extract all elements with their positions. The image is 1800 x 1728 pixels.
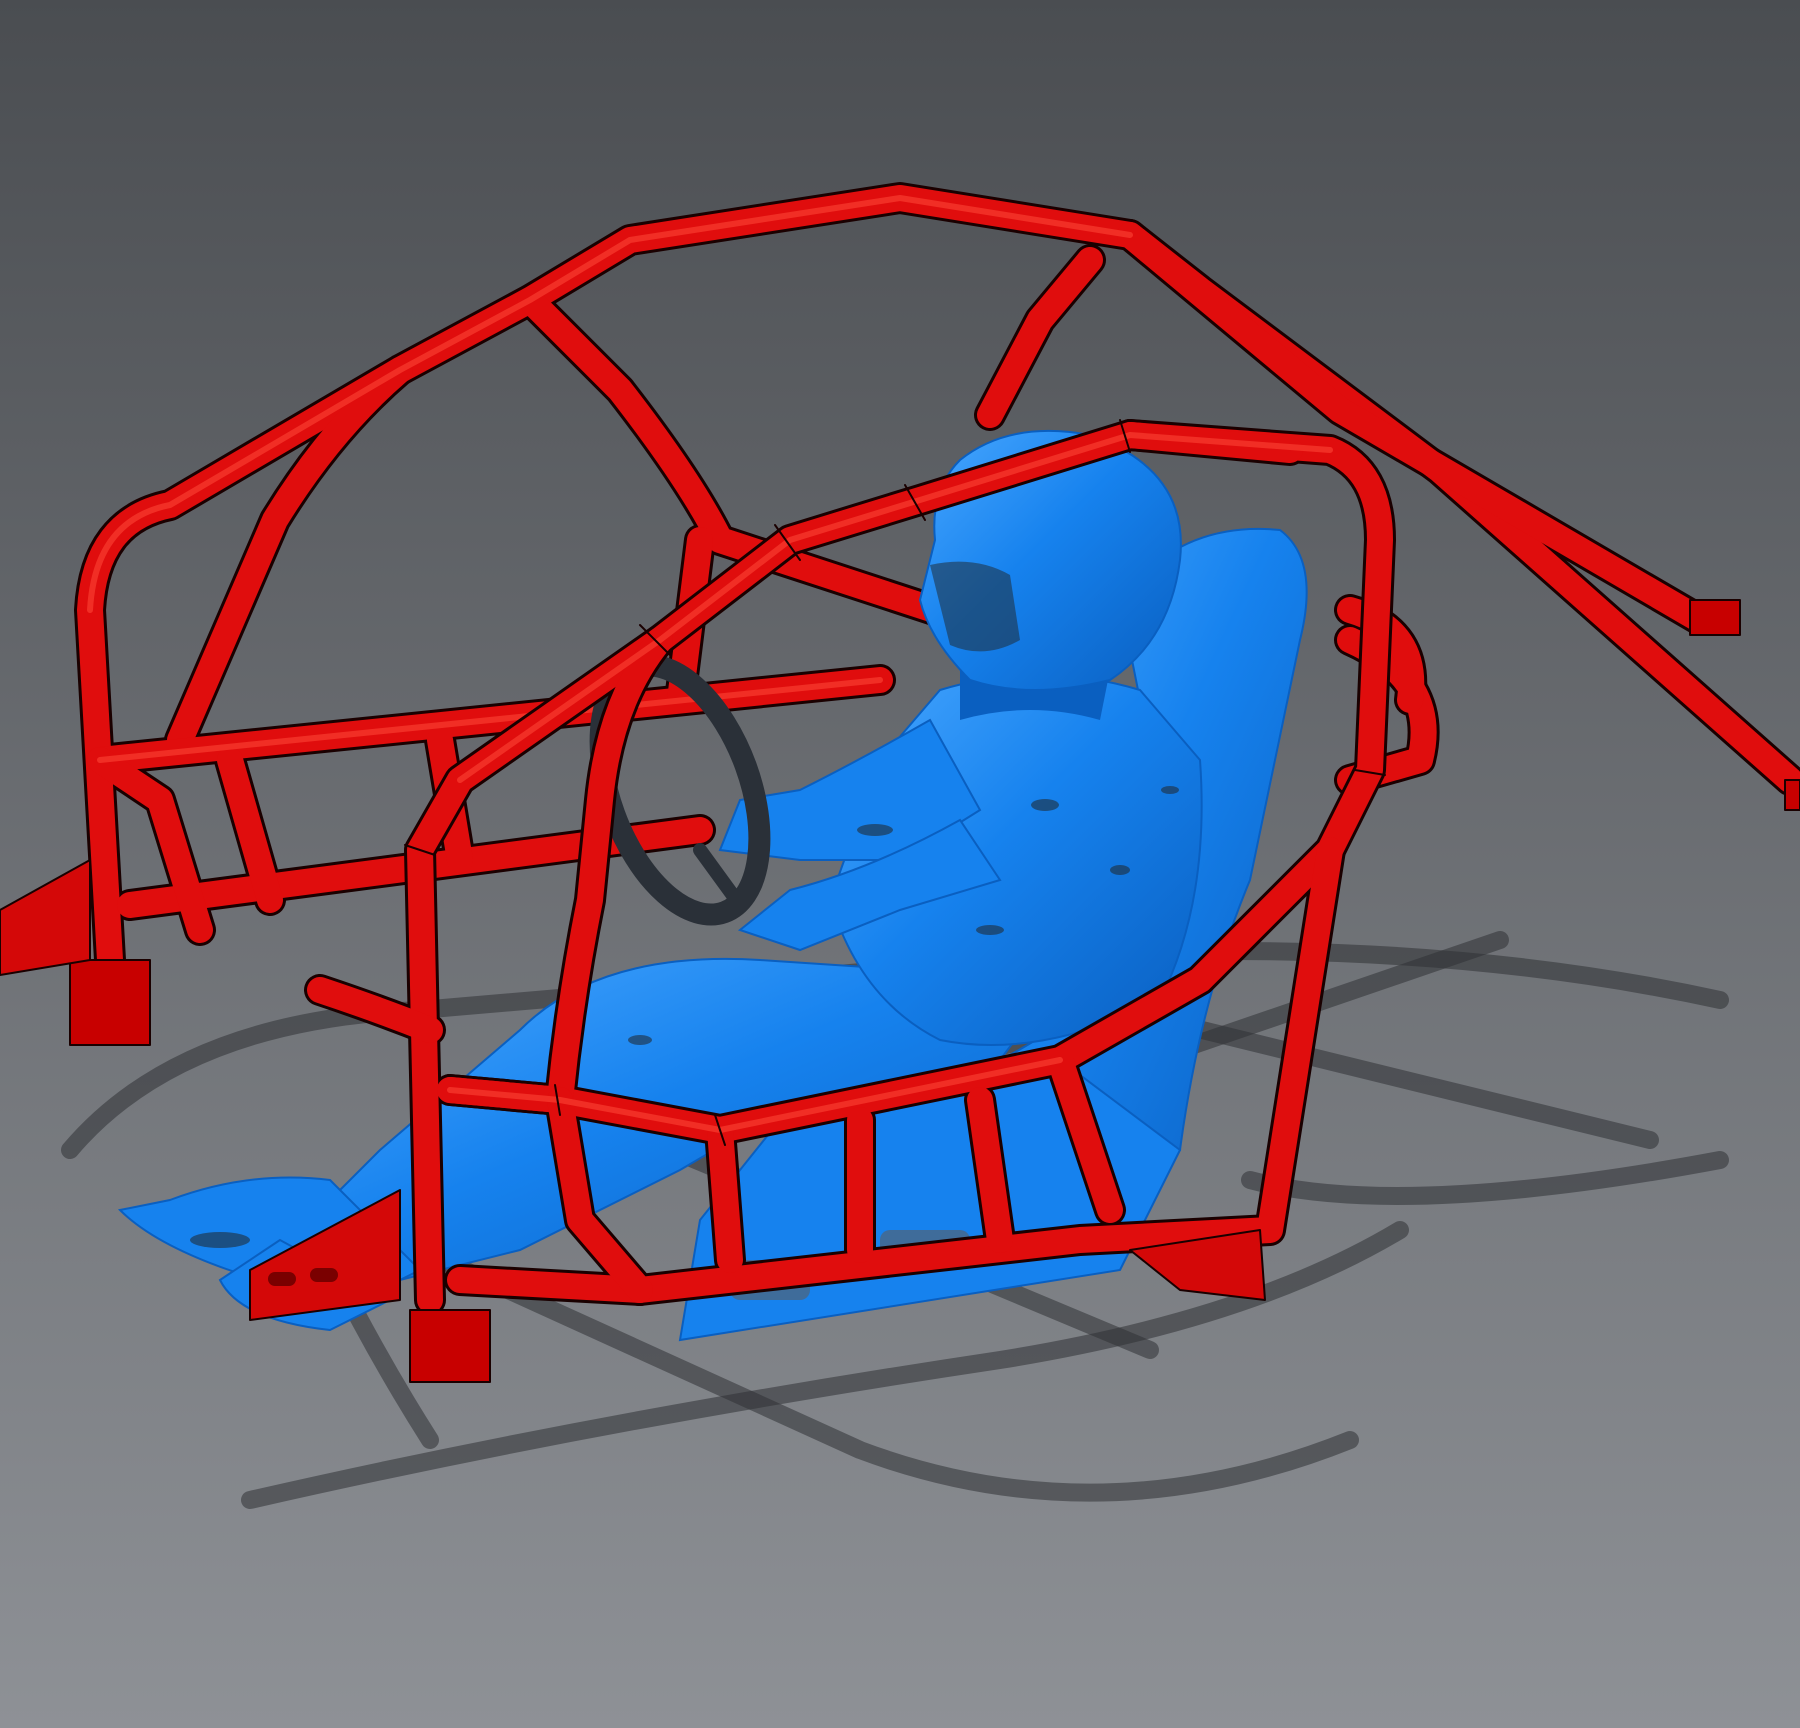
- render-canvas[interactable]: [0, 0, 1800, 1728]
- 3d-viewport[interactable]: [0, 0, 1800, 1728]
